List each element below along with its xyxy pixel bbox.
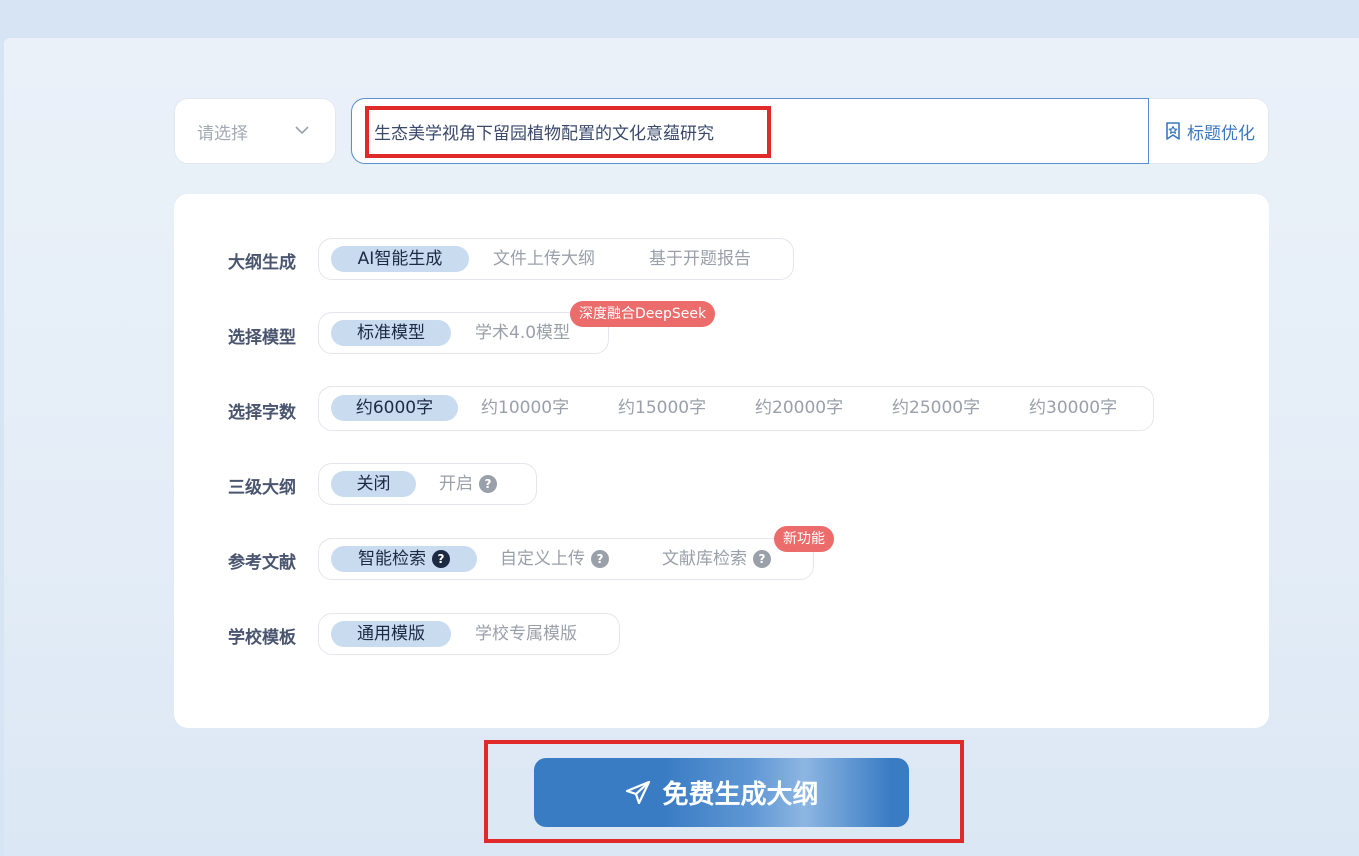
level3-segment: 关闭 开启 ? — [318, 463, 537, 505]
category-select[interactable]: 请选择 — [174, 98, 336, 164]
outline-option-proposal-label: 基于开题报告 — [649, 249, 751, 269]
template-option-general[interactable]: 通用模版 — [331, 621, 451, 647]
word-option-10000[interactable]: 约10000字 — [481, 395, 569, 421]
question-circle-icon[interactable]: ? — [591, 550, 609, 568]
level3-option-on-label: 开启 — [439, 474, 473, 494]
level3-option-on[interactable]: 开启 ? — [439, 471, 497, 497]
level3-option-off[interactable]: 关闭 — [331, 471, 416, 497]
refs-row-label: 参考文献 — [228, 553, 296, 573]
bookmark-star-icon — [1166, 122, 1180, 140]
generate-outline-label: 免费生成大纲 — [662, 780, 819, 810]
model-option-standard-label: 标准模型 — [357, 323, 425, 343]
template-option-school[interactable]: 学校专属模版 — [475, 621, 577, 647]
refs-option-library[interactable]: 文献库检索 ? — [662, 546, 771, 572]
model-row-label: 选择模型 — [228, 328, 296, 348]
template-option-school-label: 学校专属模版 — [475, 624, 577, 644]
question-circle-icon[interactable]: ? — [753, 550, 771, 568]
word-option-20000-label: 约20000字 — [755, 398, 844, 418]
model-option-academic[interactable]: 学术4.0模型 — [475, 320, 570, 346]
template-segment: 通用模版 学校专属模版 — [318, 613, 620, 655]
model-segment: 标准模型 学术4.0模型 — [318, 312, 609, 354]
category-select-placeholder: 请选择 — [197, 123, 248, 144]
question-circle-icon[interactable]: ? — [479, 475, 497, 493]
word-option-6000[interactable]: 约6000字 — [331, 395, 458, 421]
outline-option-upload-label: 文件上传大纲 — [493, 249, 595, 269]
word-option-30000[interactable]: 约30000字 — [1029, 395, 1117, 421]
level3-option-off-label: 关闭 — [356, 474, 391, 494]
refs-segment: 智能检索 ? 自定义上传 ? 文献库检索 ? — [318, 538, 814, 580]
generate-outline-button[interactable]: 免费生成大纲 — [534, 758, 909, 827]
title-optimize-button[interactable]: 标题优化 — [1150, 99, 1268, 163]
refs-option-custom[interactable]: 自定义上传 ? — [500, 546, 609, 572]
refs-option-custom-label: 自定义上传 — [500, 549, 585, 569]
word-option-15000[interactable]: 约15000字 — [618, 395, 706, 421]
word-option-15000-label: 约15000字 — [618, 398, 707, 418]
word-option-30000-label: 约30000字 — [1029, 398, 1118, 418]
word-option-6000-label: 约6000字 — [355, 398, 434, 418]
title-optimize-label: 标题优化 — [1187, 123, 1255, 144]
title-input[interactable]: 生态美学视角下留园植物配置的文化意蕴研究 — [351, 98, 1149, 164]
chevron-down-icon — [295, 126, 309, 135]
level3-row-label: 三级大纲 — [228, 478, 296, 498]
word-option-10000-label: 约10000字 — [481, 398, 570, 418]
title-input-value: 生态美学视角下留园植物配置的文化意蕴研究 — [374, 123, 714, 144]
template-row-label: 学校模板 — [228, 628, 296, 648]
outline-mode-segment: AI智能生成 文件上传大纲 基于开题报告 — [318, 238, 794, 280]
send-icon — [626, 780, 651, 804]
refs-option-smart[interactable]: 智能检索 ? — [331, 546, 477, 572]
refs-option-library-label: 文献库检索 — [662, 549, 747, 569]
word-count-segment: 约6000字 约10000字 约15000字 约20000字 约25000字 约… — [318, 386, 1154, 431]
word-option-20000[interactable]: 约20000字 — [755, 395, 843, 421]
outline-option-ai[interactable]: AI智能生成 — [331, 246, 469, 272]
new-feature-badge: 新功能 — [774, 526, 834, 552]
words-row-label: 选择字数 — [228, 403, 296, 423]
outline-row-label: 大纲生成 — [228, 253, 296, 273]
outline-option-upload[interactable]: 文件上传大纲 — [493, 246, 595, 272]
model-option-standard[interactable]: 标准模型 — [331, 320, 451, 346]
question-circle-icon[interactable]: ? — [432, 550, 450, 568]
refs-option-smart-label: 智能检索 — [358, 549, 426, 569]
outline-option-proposal[interactable]: 基于开题报告 — [649, 246, 751, 272]
outline-option-ai-label: AI智能生成 — [357, 249, 443, 269]
word-option-25000-label: 约25000字 — [892, 398, 981, 418]
template-option-general-label: 通用模版 — [357, 624, 425, 644]
word-option-25000[interactable]: 约25000字 — [892, 395, 980, 421]
deepseek-badge: 深度融合DeepSeek — [570, 301, 716, 327]
model-option-academic-label: 学术4.0模型 — [475, 323, 571, 343]
